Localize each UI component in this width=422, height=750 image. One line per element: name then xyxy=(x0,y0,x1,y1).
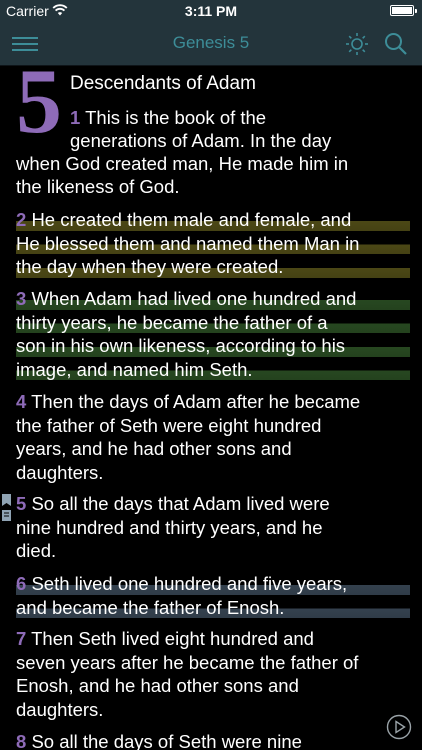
verse-text: and became the father of Enosh. xyxy=(16,596,285,618)
verse-text: Then Seth lived eight hundred and xyxy=(31,628,314,649)
verse-number: 4 xyxy=(16,391,27,412)
verse-4[interactable]: 4 Then the days of Adam after he became … xyxy=(16,390,410,484)
verse-5[interactable]: 5 So all the days that Adam lived were n… xyxy=(16,492,410,563)
verse-3[interactable]: 3 When Adam had lived one hundred and th… xyxy=(16,287,410,381)
chapter-number: 5 xyxy=(16,50,62,152)
battery-icon xyxy=(390,5,417,16)
highlighted-line: thirty years, he became the father of a xyxy=(16,310,410,334)
verse-text: the father of Seth were eight hundred xyxy=(16,414,322,436)
verse-number: 6 xyxy=(16,573,27,594)
highlighted-line: 2 He created them male and female, and xyxy=(16,208,410,232)
highlighted-line: and became the father of Enosh. xyxy=(16,595,410,619)
verse-number: 3 xyxy=(16,288,27,309)
verse-text: Enosh, and he had other sons and xyxy=(16,675,299,696)
verse-1-line: generations of Adam. In the day xyxy=(70,129,410,153)
verse-text: daughters. xyxy=(16,461,104,483)
verse-text: son in his own likeness, according to hi… xyxy=(16,335,346,356)
verse-1[interactable]: 1 This is the book of the xyxy=(70,106,410,130)
verse-text: He created them male and female, and xyxy=(31,209,352,230)
verse-text: died. xyxy=(16,540,57,561)
verse-1-line: when God created man, He made him in xyxy=(16,152,410,176)
nav-bar: Genesis 5 xyxy=(0,22,422,66)
verse-text: the day when they were created. xyxy=(16,256,284,277)
verse-number: 1 xyxy=(70,107,81,128)
highlighted-line: He blessed them and named them Man in xyxy=(16,231,410,255)
verse-text: daughters. xyxy=(16,698,104,720)
verse-text: When Adam had lived one hundred and xyxy=(31,288,357,309)
verse-number: 5 xyxy=(16,493,27,514)
play-icon[interactable] xyxy=(386,714,412,740)
verse-7[interactable]: 7 Then Seth lived eight hundred and seve… xyxy=(16,627,410,721)
verse-number: 7 xyxy=(16,628,27,649)
verse-text: seven years after he became the father o… xyxy=(16,651,359,673)
verse-8[interactable]: 8 So all the days of Seth were nine xyxy=(16,730,410,750)
highlighted-line: image, and named him Seth. xyxy=(16,357,410,381)
section-heading: Descendants of Adam xyxy=(70,73,256,94)
verse-text: when God created man, He made him in xyxy=(16,153,349,174)
highlighted-line: 3 When Adam had lived one hundred and xyxy=(16,287,410,311)
verse-text: Seth lived one hundred and five years, xyxy=(31,573,348,594)
clock: 3:11 PM xyxy=(184,3,238,19)
verse-2[interactable]: 2 He created them male and female, and H… xyxy=(16,208,410,279)
search-icon[interactable] xyxy=(383,31,409,57)
verse-text: He blessed them and named them Man in xyxy=(16,232,360,254)
verse-text: Then the days of Adam after he became xyxy=(31,391,361,412)
verse-text: thirty years, he became the father of a xyxy=(16,311,328,333)
verse-text: This is the book of the xyxy=(85,107,267,128)
highlighted-line: son in his own likeness, according to hi… xyxy=(16,334,410,358)
verse-text: years, and he had other sons and xyxy=(16,438,292,459)
highlighted-line: the day when they were created. xyxy=(16,255,410,279)
verse-text: the likeness of God. xyxy=(16,176,180,197)
verse-number: 2 xyxy=(16,209,27,230)
verse-text: So all the days that Adam lived were xyxy=(31,493,330,514)
verse-1-line: the likeness of God. xyxy=(16,175,410,199)
verse-text: image, and named him Seth. xyxy=(16,358,253,380)
verse-text: nine hundred and thirty years, and he xyxy=(16,516,323,538)
status-bar: Carrier 3:11 PM xyxy=(0,0,422,22)
verse-text: generations of Adam. In the day xyxy=(70,130,332,151)
brightness-icon[interactable] xyxy=(345,32,369,56)
bookmark-icon[interactable] xyxy=(2,494,12,522)
verse-6[interactable]: 6 Seth lived one hundred and five years,… xyxy=(16,572,410,619)
verse-number: 8 xyxy=(16,731,27,750)
highlighted-line: 6 Seth lived one hundred and five years, xyxy=(16,572,410,596)
verse-text: So all the days of Seth were nine xyxy=(31,731,302,750)
